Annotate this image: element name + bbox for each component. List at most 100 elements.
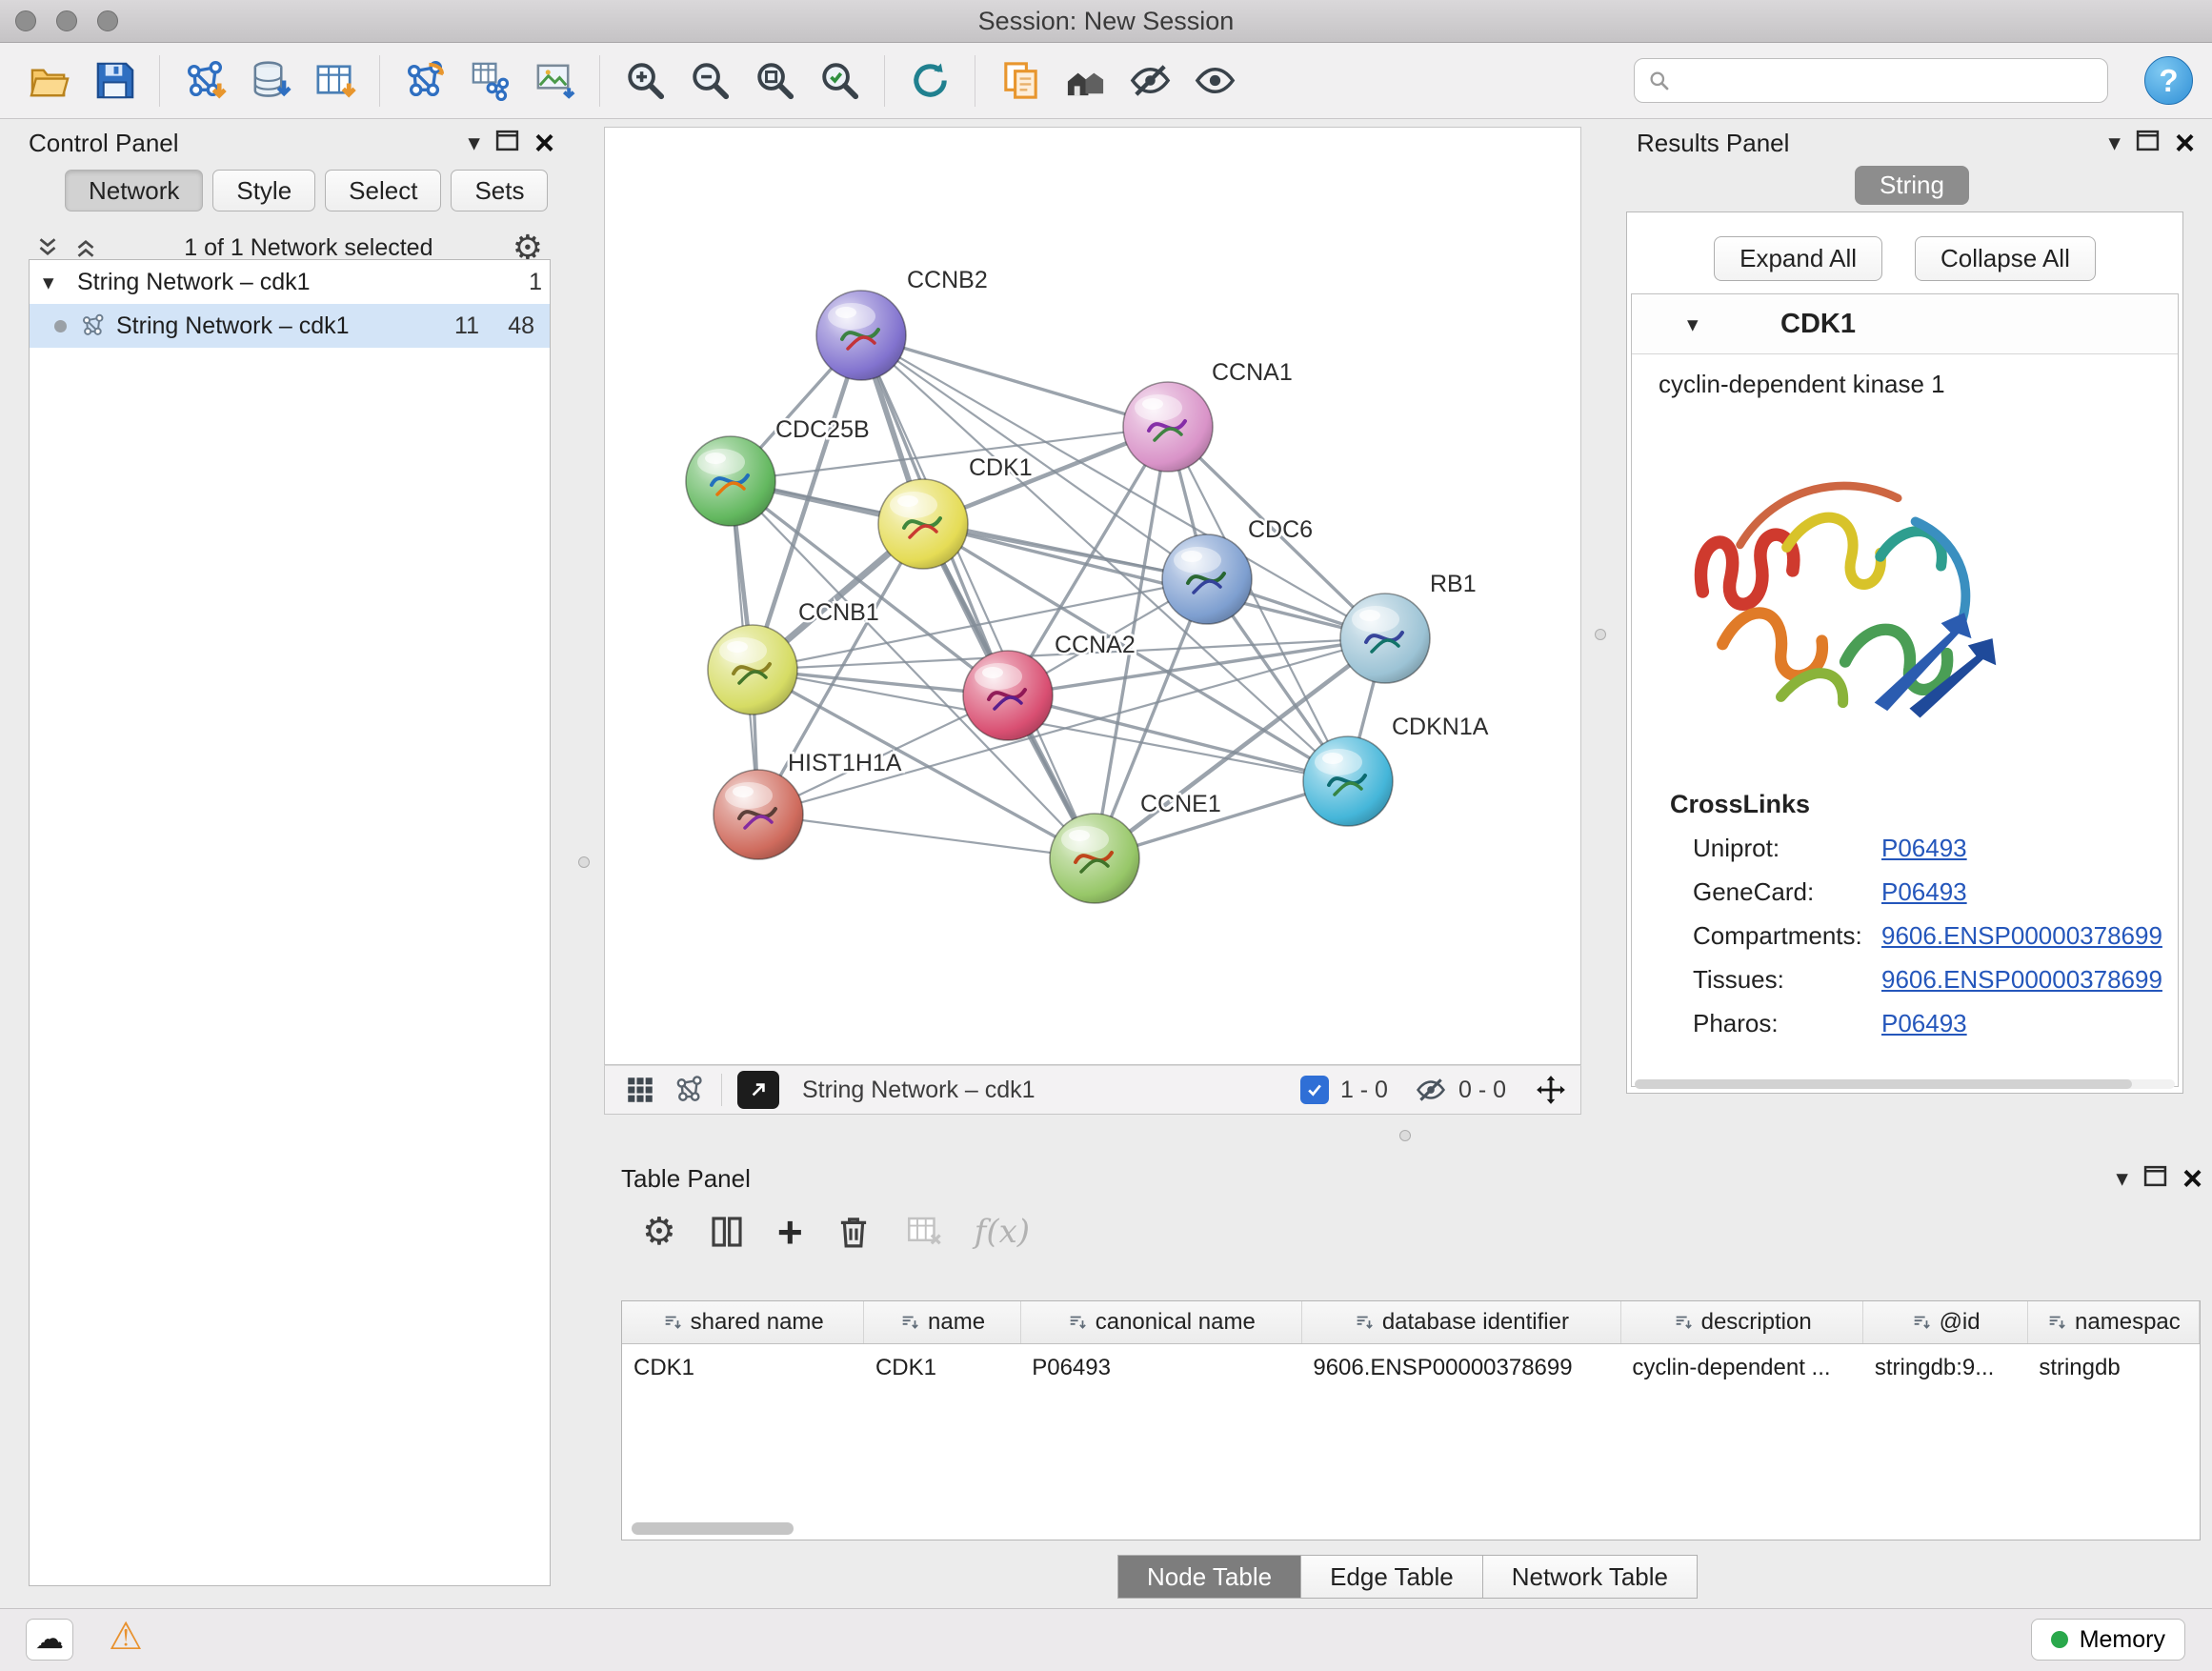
export-image-button[interactable]: [526, 51, 583, 111]
crosslink-link[interactable]: 9606.ENSP00000378699: [1881, 965, 2162, 995]
houses-button[interactable]: [1056, 51, 1114, 111]
selected-nodes-checkbox-icon[interactable]: [1300, 1076, 1329, 1104]
tab-edge-table[interactable]: Edge Table: [1300, 1555, 1483, 1599]
crosslink-link[interactable]: P06493: [1881, 877, 1967, 907]
pan-crosshair-icon[interactable]: [1535, 1074, 1567, 1106]
crosslink-link[interactable]: P06493: [1881, 1009, 1967, 1038]
memory-button[interactable]: Memory: [2031, 1619, 2185, 1661]
control-panel-close-icon[interactable]: ×: [534, 126, 554, 160]
hidden-eye-slash-icon[interactable]: [1415, 1074, 1447, 1106]
control-panel-menu-icon[interactable]: ▾: [468, 131, 480, 155]
column-type-icon: [1673, 1312, 1694, 1333]
tab-select[interactable]: Select: [325, 170, 441, 211]
network-node-CCNB2[interactable]: [816, 291, 906, 380]
network-collection-row[interactable]: ▾ String Network – cdk1 1: [30, 260, 550, 304]
results-scrollbar-thumb[interactable]: [1635, 1079, 2132, 1089]
gene-disclosure-icon[interactable]: ▾: [1687, 312, 1721, 337]
eye-slash-button[interactable]: [1121, 51, 1178, 111]
column-header-description[interactable]: description: [1620, 1301, 1862, 1344]
network-node-CDC6[interactable]: [1162, 534, 1252, 624]
tab-string[interactable]: String: [1855, 166, 1969, 205]
collection-disclosure-icon[interactable]: ▾: [43, 270, 77, 295]
column-header-name[interactable]: name: [864, 1301, 1020, 1344]
network-graph-svg[interactable]: CCNB2CCNA1CDC25BCDK1CDC6RB1CCNB1CCNA2CDK…: [605, 128, 1580, 1064]
column-header-database-identifier[interactable]: database identifier: [1301, 1301, 1620, 1344]
open-session-button[interactable]: [21, 51, 78, 111]
crosslink-link[interactable]: 9606.ENSP00000378699: [1881, 921, 2162, 951]
control-panel-float-icon[interactable]: [495, 129, 519, 158]
expand-all-button[interactable]: Expand All: [1714, 236, 1882, 281]
warning-icon[interactable]: ⚠: [103, 1617, 149, 1657]
column-header-namespac[interactable]: namespac: [2027, 1301, 2199, 1344]
zoom-out-button[interactable]: [681, 51, 738, 111]
table-options-gear-icon[interactable]: ⚙: [642, 1213, 676, 1251]
network-node-CDKN1A[interactable]: [1303, 736, 1393, 826]
function-builder-button[interactable]: f(x): [975, 1213, 1030, 1251]
zoom-in-button[interactable]: [616, 51, 674, 111]
copy-document-button[interactable]: [992, 51, 1049, 111]
collection-count: 1: [479, 269, 542, 296]
network-row[interactable]: String Network – cdk1 11 48: [30, 304, 550, 348]
results-panel-close-icon[interactable]: ×: [2175, 126, 2195, 160]
import-network-database-button[interactable]: [241, 51, 298, 111]
table-h-scrollbar[interactable]: [624, 1522, 2198, 1536]
grid-view-icon[interactable]: [624, 1074, 656, 1106]
minimize-window-button[interactable]: [56, 10, 77, 31]
right-splitter-handle[interactable]: [1595, 629, 1606, 640]
left-splitter-handle[interactable]: [578, 856, 590, 868]
table-h-scrollbar-thumb[interactable]: [632, 1522, 794, 1535]
column-label: namespac: [2075, 1309, 2181, 1336]
network-node-CCNE1[interactable]: [1050, 814, 1139, 903]
tab-network[interactable]: Network: [65, 170, 203, 211]
show-columns-button[interactable]: [707, 1212, 747, 1252]
cloud-button[interactable]: ☁: [26, 1619, 73, 1661]
network-node-CDK1[interactable]: [878, 479, 968, 569]
save-session-button[interactable]: [86, 51, 143, 111]
zoom-in-icon: [623, 58, 668, 103]
detach-view-button[interactable]: [737, 1071, 779, 1109]
table-panel-close-icon[interactable]: ×: [2182, 1161, 2202, 1196]
gene-section-header[interactable]: ▾ CDK1: [1632, 294, 2178, 354]
delete-table-button[interactable]: [904, 1212, 944, 1252]
close-window-button[interactable]: [15, 10, 36, 31]
network-from-table-button[interactable]: [461, 51, 518, 111]
results-panel-menu-icon[interactable]: ▾: [2108, 131, 2121, 155]
table-row[interactable]: CDK1CDK1P064939606.ENSP00000378699cyclin…: [622, 1344, 2200, 1393]
add-column-button[interactable]: +: [777, 1210, 803, 1254]
column-header-shared-name[interactable]: shared name: [622, 1301, 864, 1344]
network-node-HIST1H1A[interactable]: [714, 770, 803, 859]
clone-network-button[interactable]: [396, 51, 453, 111]
import-network-file-button[interactable]: [176, 51, 233, 111]
table-panel-menu-icon[interactable]: ▾: [2116, 1167, 2128, 1191]
collapse-all-button[interactable]: Collapse All: [1915, 236, 2096, 281]
zoom-window-button[interactable]: [97, 10, 118, 31]
help-button[interactable]: ?: [2144, 56, 2193, 105]
bottom-splitter-handle[interactable]: [1399, 1130, 1411, 1141]
network-node-CCNA1[interactable]: [1123, 382, 1213, 472]
eye-button[interactable]: [1186, 51, 1243, 111]
column-header-canonical-name[interactable]: canonical name: [1020, 1301, 1301, 1344]
search-field[interactable]: [1634, 58, 2108, 103]
search-input[interactable]: [1681, 66, 2096, 95]
column-header--id[interactable]: @id: [1863, 1301, 2027, 1344]
network-canvas[interactable]: CCNB2CCNA1CDC25BCDK1CDC6RB1CCNB1CCNA2CDK…: [604, 127, 1581, 1065]
delete-column-button[interactable]: [834, 1212, 874, 1252]
import-table-button[interactable]: [306, 51, 363, 111]
zoom-selected-button[interactable]: [811, 51, 868, 111]
tab-style[interactable]: Style: [212, 170, 315, 211]
zoom-fit-button[interactable]: [746, 51, 803, 111]
results-scrollbar[interactable]: [1635, 1079, 2175, 1089]
network-node-CCNA2[interactable]: [963, 651, 1053, 740]
tab-sets[interactable]: Sets: [451, 170, 548, 211]
column-label: name: [928, 1309, 985, 1336]
crosslink-link[interactable]: P06493: [1881, 834, 1967, 863]
tab-node-table[interactable]: Node Table: [1117, 1555, 1301, 1599]
tab-network-table[interactable]: Network Table: [1482, 1555, 1698, 1599]
refresh-button[interactable]: [901, 51, 958, 111]
results-panel-float-icon[interactable]: [2136, 129, 2160, 158]
network-node-RB1[interactable]: [1340, 594, 1430, 683]
network-node-CDC25B[interactable]: [686, 436, 775, 526]
table-panel-float-icon[interactable]: [2143, 1164, 2167, 1194]
birdseye-view-icon[interactable]: [674, 1074, 706, 1106]
network-node-CCNB1[interactable]: [708, 625, 797, 715]
